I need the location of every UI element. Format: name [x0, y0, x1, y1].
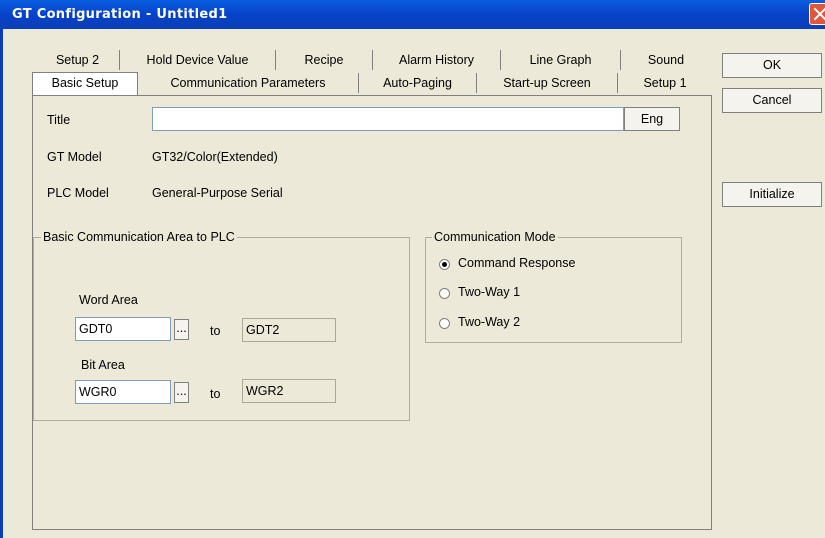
cancel-button[interactable]: Cancel — [722, 88, 822, 113]
tab-start-up-screen[interactable]: Start-up Screen — [477, 73, 618, 93]
tab-row-back: Setup 2 Hold Device Value Recipe Alarm H… — [36, 50, 711, 71]
plc-model-label: PLC Model — [47, 186, 109, 200]
radio-command-response[interactable] — [439, 259, 450, 270]
plc-model-value: General-Purpose Serial — [152, 186, 283, 200]
radio-two-way-1-label: Two-Way 1 — [458, 285, 521, 299]
close-icon[interactable] — [809, 3, 825, 25]
comm-area-group: Basic Communication Area to PLC Word Are… — [33, 230, 410, 421]
comm-area-legend: Basic Communication Area to PLC — [41, 230, 237, 244]
tab-communication-parameters[interactable]: Communication Parameters — [138, 73, 359, 93]
tab-setup-1[interactable]: Setup 1 — [618, 73, 712, 93]
word-area-label: Word Area — [79, 293, 138, 307]
window-title: GT Configuration - Untitled1 — [12, 7, 228, 22]
word-area-browse-button[interactable]: ... — [174, 319, 189, 340]
tab-sound[interactable]: Sound — [621, 50, 711, 70]
radio-two-way-2[interactable] — [439, 318, 450, 329]
radio-two-way-2-label: Two-Way 2 — [458, 315, 521, 329]
word-area-to-field: GDT2 — [242, 318, 336, 342]
gt-model-value: GT32/Color(Extended) — [152, 150, 278, 164]
title-bar: GT Configuration - Untitled1 — [0, 0, 825, 29]
word-area-from-input[interactable]: GDT0 — [75, 317, 171, 341]
tab-basic-setup[interactable]: Basic Setup — [32, 72, 138, 95]
radio-command-response-label: Command Response — [458, 256, 576, 270]
tab-auto-paging[interactable]: Auto-Paging — [359, 73, 477, 93]
bit-area-browse-button[interactable]: ... — [174, 382, 189, 403]
comm-mode-legend: Communication Mode — [432, 230, 558, 244]
eng-button[interactable]: Eng — [624, 107, 680, 131]
tab-alarm-history[interactable]: Alarm History — [373, 50, 501, 70]
tab-line-graph[interactable]: Line Graph — [501, 50, 621, 70]
comm-mode-group: Communication Mode Command Response Two-… — [425, 230, 682, 343]
tab-setup-2[interactable]: Setup 2 — [36, 50, 120, 70]
bit-area-label: Bit Area — [81, 358, 125, 372]
bit-area-to-field: WGR2 — [242, 379, 336, 403]
word-to-label: to — [210, 324, 221, 338]
bit-area-from-input[interactable]: WGR0 — [75, 380, 171, 404]
tab-row-front: Basic Setup Communication Parameters Aut… — [32, 72, 712, 95]
ok-button[interactable]: OK — [722, 53, 822, 78]
basic-setup-panel: Title Eng GT Model GT32/Color(Extended) … — [32, 95, 712, 530]
initialize-button[interactable]: Initialize — [722, 182, 822, 207]
tab-hold-device-value[interactable]: Hold Device Value — [120, 50, 276, 70]
tab-recipe[interactable]: Recipe — [276, 50, 373, 70]
radio-two-way-1[interactable] — [439, 288, 450, 299]
title-label: Title — [47, 113, 71, 127]
title-input[interactable] — [152, 107, 624, 131]
bit-to-label: to — [210, 387, 221, 401]
gt-model-label: GT Model — [47, 150, 102, 164]
